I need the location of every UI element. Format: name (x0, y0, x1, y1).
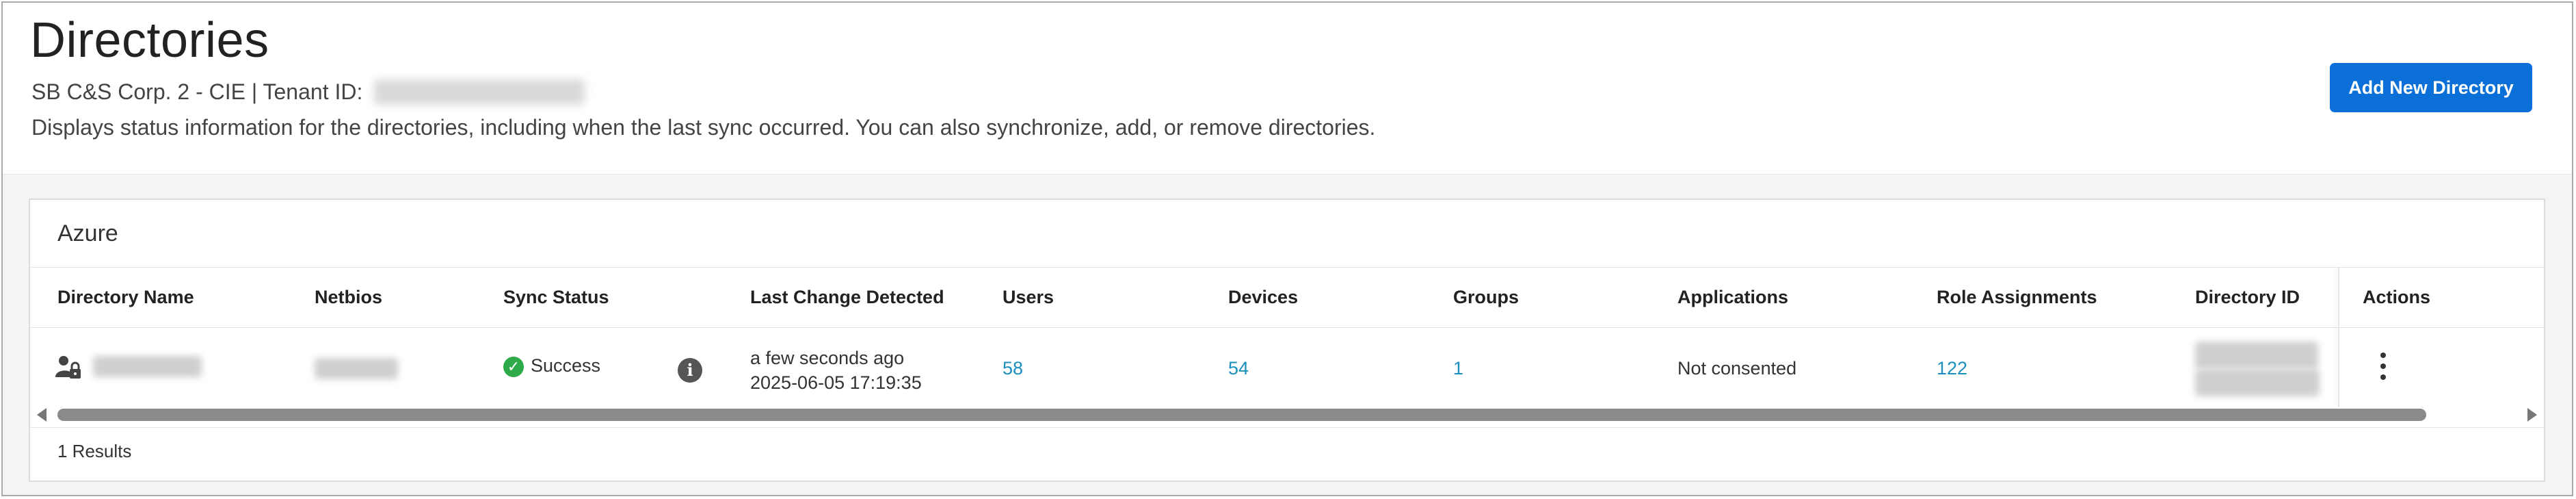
column-header-netbios[interactable]: Netbios (315, 267, 382, 327)
netbios-cell: sbcsdirect (315, 358, 398, 379)
page-header: Directories SB C&S Corp. 2 - CIE | Tenan… (3, 3, 2572, 175)
card-title: Azure (57, 220, 118, 246)
scroll-right-arrow-icon[interactable] (2527, 408, 2537, 422)
tenant-id-redacted: f7d3e8c1-9b42-4a6e (374, 79, 585, 105)
column-header-last-change[interactable]: Last Change Detected (750, 267, 944, 327)
netbios-redacted: sbcsdirect (315, 358, 398, 379)
results-count: 1 Results (57, 441, 132, 461)
last-change-relative: a few seconds ago (750, 348, 905, 368)
users-count-link[interactable]: 58 (1002, 358, 1023, 379)
directory-name-cell[interactable]: sbcsdirectory (55, 354, 202, 381)
applications-status: Not consented (1677, 358, 1797, 379)
column-header-groups[interactable]: Groups (1453, 267, 1519, 327)
table-row: sbcsdirectory sbcsdirect ✓ Success i a fe… (30, 328, 2544, 407)
tenant-subtitle: SB C&S Corp. 2 - CIE | Tenant ID: f7d3e8… (31, 79, 585, 105)
directory-id-cell: 5a9d2f0b-c8e4 4f27-b6a1e9d3 (2195, 342, 2320, 396)
sticky-column-divider (2338, 267, 2339, 407)
column-header-devices[interactable]: Devices (1228, 267, 1298, 327)
table-header-row: Directory Name Netbios Sync Status Last … (30, 267, 2544, 328)
page-title: Directories (30, 13, 269, 68)
column-header-directory-id[interactable]: Directory ID (2195, 267, 2300, 327)
horizontal-scrollbar[interactable] (37, 407, 2537, 423)
scroll-left-arrow-icon[interactable] (37, 408, 47, 422)
info-icon[interactable]: i (678, 358, 702, 383)
directory-id-redacted-line2: 4f27-b6a1e9d3 (2195, 369, 2320, 396)
last-change-timestamp: 2025-06-05 17:19:35 (750, 372, 922, 393)
column-header-role-assignments[interactable]: Role Assignments (1937, 267, 2097, 327)
groups-count-link[interactable]: 1 (1453, 358, 1463, 379)
directory-id-redacted-line1: 5a9d2f0b-c8e4 (2195, 342, 2319, 369)
column-header-sync-status[interactable]: Sync Status (503, 267, 609, 327)
role-assignments-count-link[interactable]: 122 (1937, 358, 1967, 379)
devices-count-link[interactable]: 54 (1228, 358, 1249, 379)
add-new-directory-button[interactable]: Add New Directory (2330, 63, 2532, 112)
tenant-name: SB C&S Corp. 2 - CIE | Tenant ID: (31, 79, 363, 104)
sync-status-text: Success (531, 355, 601, 376)
azure-directory-card: Azure Directory Name Netbios Sync Status… (29, 199, 2545, 482)
directories-page: Directories SB C&S Corp. 2 - CIE | Tenan… (1, 1, 2573, 496)
sync-status-cell: ✓ Success (503, 355, 600, 377)
user-lock-icon (55, 356, 81, 379)
divider (30, 427, 2544, 428)
check-circle-icon: ✓ (503, 356, 524, 377)
column-header-applications[interactable]: Applications (1677, 267, 1788, 327)
page-description: Displays status information for the dire… (31, 115, 1376, 140)
directory-name-redacted: sbcsdirectory (92, 356, 202, 378)
column-header-actions: Actions (2363, 287, 2431, 307)
last-change-cell: a few seconds ago 2025-06-05 17:19:35 (750, 346, 922, 395)
row-actions-kebab-icon[interactable] (2380, 353, 2387, 384)
column-header-users[interactable]: Users (1002, 267, 1054, 327)
column-header-directory-name[interactable]: Directory Name (57, 267, 194, 327)
scrollbar-thumb[interactable] (57, 409, 2426, 421)
